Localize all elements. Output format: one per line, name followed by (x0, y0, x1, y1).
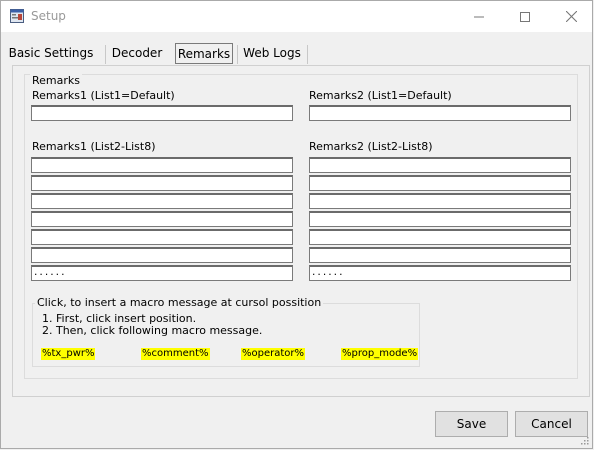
minimize-button[interactable] (456, 1, 502, 32)
remarks2-list-field[interactable] (309, 229, 571, 245)
remarks2-default-label: Remarks2 (List1=Default) (309, 89, 452, 102)
save-button[interactable]: Save (435, 411, 508, 437)
close-icon (565, 11, 577, 22)
cancel-button[interactable]: Cancel (515, 411, 588, 437)
title-bar: Setup (1, 1, 592, 32)
macro-step2: 2. Then, click following macro message. (42, 324, 263, 337)
maximize-button[interactable] (502, 1, 548, 32)
remarks2-list-label: Remarks2 (List2-List8) (309, 140, 433, 153)
close-button[interactable] (548, 1, 594, 32)
setup-window: Setup Basic Settings Decoder Remarks Web… (0, 0, 593, 449)
remarks2-list-field[interactable] (309, 193, 571, 209)
remarks1-list-field[interactable] (31, 175, 293, 191)
remarks1-list-field[interactable] (31, 157, 293, 173)
remarks2-list-field[interactable] (309, 175, 571, 191)
macro-group-label: Click, to insert a macro message at curs… (35, 296, 324, 309)
remarks1-list-field[interactable] (31, 229, 293, 245)
macro-comment[interactable]: %comment% (141, 348, 210, 360)
remarks2-list-field[interactable]: ...... (309, 265, 571, 281)
remarks1-list-label: Remarks1 (List2-List8) (32, 140, 156, 153)
remarks1-list-field[interactable] (31, 211, 293, 227)
maximize-icon (520, 11, 530, 22)
macro-tx-pwr[interactable]: %tx_pwr% (41, 348, 96, 360)
tab-web-logs[interactable]: Web Logs (241, 43, 303, 64)
window-title: Setup (31, 9, 66, 23)
remarks1-list-field[interactable] (31, 193, 293, 209)
remarks2-list-field[interactable] (309, 157, 571, 173)
remarks1-list-field[interactable] (31, 247, 293, 263)
remarks1-default-field[interactable] (31, 105, 293, 121)
resize-grip-icon[interactable] (579, 435, 589, 445)
tab-divider (237, 45, 238, 64)
tab-basic-settings[interactable]: Basic Settings (7, 43, 95, 64)
macro-prop-mode[interactable]: %prop_mode% (341, 348, 419, 360)
tab-remarks[interactable]: Remarks (175, 43, 233, 64)
minimize-icon (474, 16, 484, 17)
tab-decoder[interactable]: Decoder (109, 43, 165, 64)
remarks2-default-field[interactable] (309, 105, 571, 121)
remarks1-default-label: Remarks1 (List1=Default) (32, 89, 175, 102)
remarks2-list-field[interactable] (309, 247, 571, 263)
tab-divider (307, 45, 308, 64)
remarks2-list-field[interactable] (309, 211, 571, 227)
remarks1-list-field[interactable]: ...... (31, 265, 293, 281)
tab-divider (105, 45, 106, 64)
macro-operator[interactable]: %operator% (241, 348, 306, 360)
app-icon (10, 9, 24, 23)
remarks-group-label: Remarks (30, 74, 82, 87)
